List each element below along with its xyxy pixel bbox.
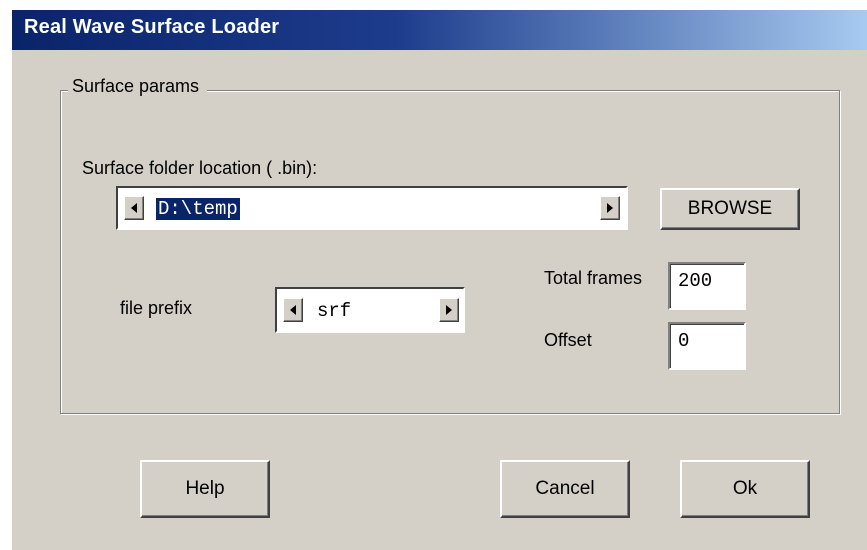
file-prefix-combo[interactable]: srf [275, 287, 465, 333]
scroll-left-icon[interactable] [283, 298, 303, 322]
offset-input[interactable]: 0 [668, 322, 746, 370]
groupbox-label: Surface params [68, 76, 208, 97]
surface-folder-label: Surface folder location ( .bin): [82, 158, 318, 178]
cancel-button[interactable]: Cancel [500, 460, 630, 518]
file-prefix-label: file prefix [120, 298, 193, 318]
ok-button[interactable]: Ok [680, 460, 810, 518]
total-frames-input[interactable]: 200 [668, 262, 746, 310]
scroll-right-icon[interactable] [600, 196, 620, 220]
surface-folder-value[interactable]: D:\temp [156, 198, 240, 220]
scroll-left-icon[interactable] [124, 196, 144, 220]
file-prefix-value[interactable]: srf [317, 300, 351, 322]
dialog-window: Real Wave Surface Loader Surface params … [12, 10, 867, 550]
surface-folder-combo[interactable]: D:\temp [116, 186, 628, 230]
total-frames-value: 200 [678, 270, 713, 292]
browse-button[interactable]: BROWSE [660, 188, 800, 230]
scroll-right-icon[interactable] [439, 298, 459, 322]
total-frames-label: Total frames [544, 268, 643, 288]
offset-value: 0 [678, 330, 690, 352]
offset-label: Offset [544, 330, 592, 350]
help-button[interactable]: Help [140, 460, 270, 518]
title-bar[interactable]: Real Wave Surface Loader [12, 10, 867, 50]
window-title: Real Wave Surface Loader [24, 16, 280, 38]
